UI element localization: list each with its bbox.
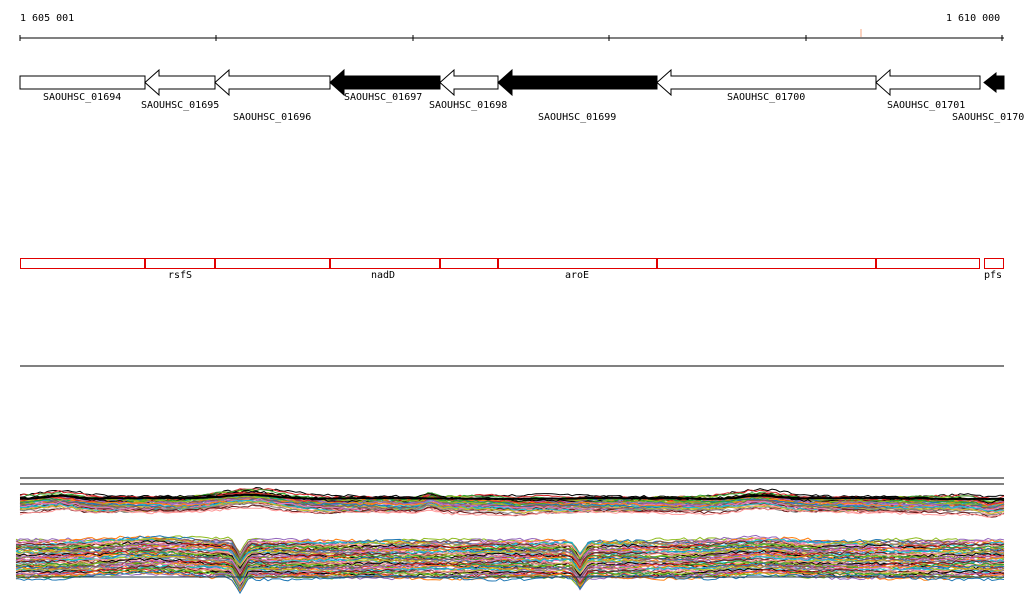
gene-arrow <box>983 71 1005 94</box>
genome-browser-view: 1 605 001 1 610 000 SAOUHSC_01694 SAOUHSC… <box>0 0 1024 611</box>
gene-locus-label: SAOUHSC_01697 <box>344 92 423 103</box>
gene-name-box <box>984 258 1004 269</box>
gene-name-box <box>657 258 876 269</box>
gene-name-box <box>440 258 498 269</box>
genome-track-canvas <box>15 29 1005 595</box>
gene-name-label: pfs <box>984 270 1003 281</box>
gene-name-box <box>20 258 145 269</box>
gene-name-label: aroE <box>565 270 590 281</box>
gene-arrow <box>439 68 499 97</box>
gene-name-box <box>876 258 980 269</box>
gene-locus-label: SAOUHSC_01701 <box>887 100 966 111</box>
gene-arrow <box>19 75 146 90</box>
gene-name-box <box>145 258 215 269</box>
gene-name-box <box>215 258 330 269</box>
gene-locus-label: SAOUHSC_01698 <box>429 100 508 111</box>
gene-locus-label: SAOUHSC_01700 <box>727 92 806 103</box>
gene-name-box <box>330 258 440 269</box>
gene-name-label: nadD <box>371 270 396 281</box>
gene-name-label: rsfS <box>168 270 193 281</box>
gene-locus-label: SAOUHSC_01695 <box>141 100 220 111</box>
gene-arrow <box>144 68 216 97</box>
gene-arrow <box>214 68 331 97</box>
gene-arrow <box>497 68 658 97</box>
gene-name-box <box>498 258 657 269</box>
gene-locus-label: SAOUHSC_0170 <box>952 112 1024 123</box>
gene-locus-label: SAOUHSC_01694 <box>43 92 122 103</box>
gene-arrow <box>875 68 981 97</box>
gene-locus-label: SAOUHSC_01699 <box>538 112 617 123</box>
gene-locus-label: SAOUHSC_01696 <box>233 112 312 123</box>
